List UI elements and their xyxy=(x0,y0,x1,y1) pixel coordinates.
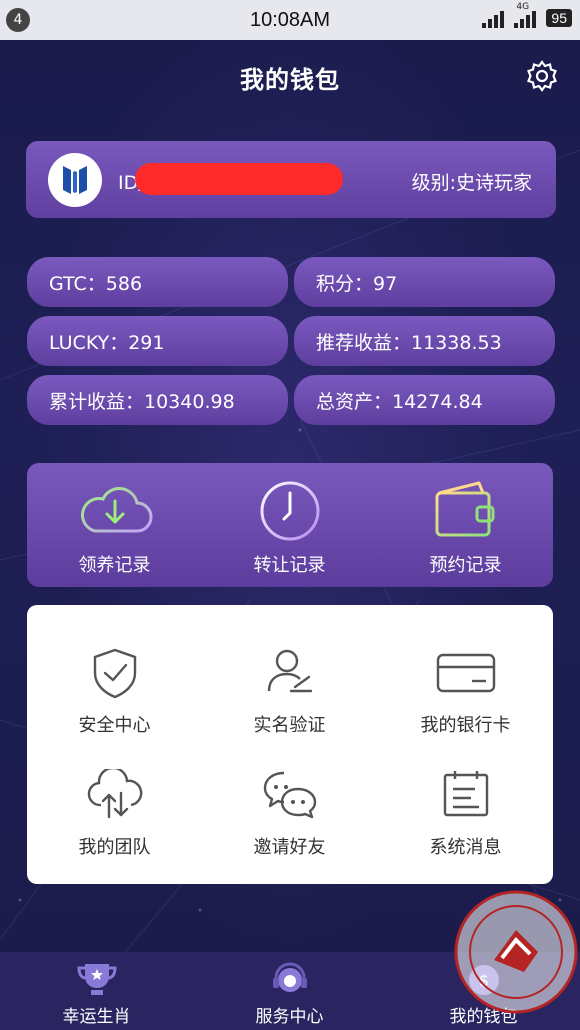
records-panel: 领养记录 转让记录 预约记录 xyxy=(27,463,553,587)
system-messages-button[interactable]: 系统消息 xyxy=(378,737,553,867)
cloud-sync-icon xyxy=(87,769,142,819)
transfer-records-button[interactable]: 转让记录 xyxy=(202,463,377,587)
status-bar: 4 10:08AM 4G 95 xyxy=(0,0,580,40)
system-messages-label: 系统消息 xyxy=(429,837,502,858)
user-verify-icon xyxy=(267,649,312,693)
bank-card-icon xyxy=(436,653,495,693)
invite-friends-label: 邀请好友 xyxy=(253,837,326,858)
status-indicators: 4G 95 xyxy=(482,2,572,28)
calendar-message-icon xyxy=(443,771,488,817)
nav-lucky-zodiac-label: 幸运生肖 xyxy=(62,1007,131,1027)
stat-total-assets: 总资产：14274.84 xyxy=(294,375,555,425)
real-name-verify-button[interactable]: 实名验证 xyxy=(202,615,377,745)
my-team-button[interactable]: 我的团队 xyxy=(27,737,202,867)
cloud-download-icon xyxy=(80,487,152,533)
user-level: 级别:史诗玩家 xyxy=(411,172,532,194)
booking-records-label: 预约记录 xyxy=(429,555,502,576)
security-center-label: 安全中心 xyxy=(78,715,151,736)
bank-card-button[interactable]: 我的银行卡 xyxy=(378,615,553,745)
watermark-seal xyxy=(432,860,580,1030)
page-title: 我的钱包 xyxy=(240,66,340,94)
booking-records-button[interactable]: 预约记录 xyxy=(378,463,553,587)
header: 我的钱包 xyxy=(0,40,580,110)
my-team-label: 我的团队 xyxy=(78,837,151,858)
signal-icon xyxy=(482,8,505,28)
stat-gtc: GTC：586 xyxy=(27,257,288,307)
stat-points: 积分：97 xyxy=(294,257,555,307)
invite-friends-button[interactable]: 邀请好友 xyxy=(202,737,377,867)
real-name-verify-label: 实名验证 xyxy=(253,715,326,736)
wallet-icon xyxy=(435,481,494,537)
chat-bubbles-icon xyxy=(263,771,316,819)
clock-icon xyxy=(260,481,319,541)
nav-service-center-label: 服务中心 xyxy=(255,1007,324,1027)
nav-service-center[interactable]: 服务中心 xyxy=(193,952,386,1030)
gear-icon[interactable] xyxy=(524,58,560,94)
headset-icon xyxy=(272,962,307,992)
trophy-icon xyxy=(76,964,117,995)
network-type: 4G xyxy=(516,2,530,12)
stat-total-income: 累计收益：10340.98 xyxy=(27,375,288,425)
bank-card-label: 我的银行卡 xyxy=(420,715,511,736)
shield-check-icon xyxy=(93,648,136,699)
adopt-records-label: 领养记录 xyxy=(78,555,151,576)
avatar xyxy=(48,153,102,207)
stat-lucky: LUCKY：291 xyxy=(27,316,288,366)
transfer-records-label: 转让记录 xyxy=(253,555,326,576)
nav-lucky-zodiac[interactable]: 幸运生肖 xyxy=(0,952,193,1030)
security-center-button[interactable]: 安全中心 xyxy=(27,615,202,745)
stat-referral-income: 推荐收益：11338.53 xyxy=(294,316,555,366)
redaction-mark xyxy=(135,163,343,195)
adopt-records-button[interactable]: 领养记录 xyxy=(27,463,202,587)
function-menu: 安全中心 实名验证 我的银行卡 我的团队 邀请好友 系统消息 xyxy=(27,605,553,884)
battery-level: 95 xyxy=(546,9,572,27)
